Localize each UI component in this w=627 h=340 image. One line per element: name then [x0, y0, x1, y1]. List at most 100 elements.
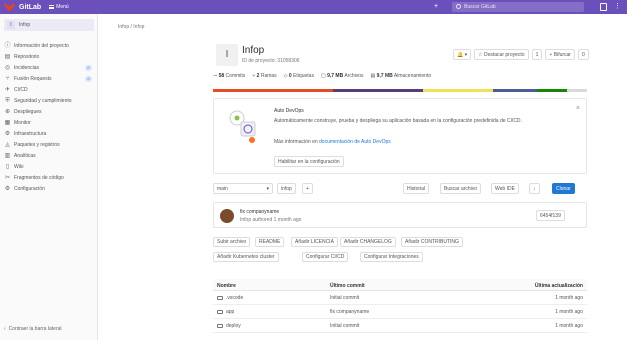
autodevops-title: Auto DevOps: [274, 108, 304, 114]
notifications-button[interactable]: 🔔 ▾: [453, 49, 472, 60]
search-input[interactable]: Buscar GitLab: [452, 2, 584, 12]
setup-integrations-button[interactable]: Configurar Integraciones: [360, 252, 423, 262]
sidebar-item-label: Fragmentos de código: [14, 175, 64, 181]
stat-label: Almacenamiento: [393, 73, 432, 79]
folder-icon: [217, 295, 223, 300]
add-license-button[interactable]: Añadir LICENCIA: [291, 237, 338, 247]
sidebar-item-7[interactable]: ⊕ Despliegues: [4, 107, 94, 117]
add-contributing-button[interactable]: Añadir CONTRIBUTING: [401, 237, 463, 247]
sidebar-item-2[interactable]: ▤ Repositorio: [4, 52, 94, 62]
table-row[interactable]: deploy Initial commit 1 month ago: [213, 319, 587, 333]
file-commit[interactable]: Initial commit: [330, 295, 359, 301]
sidebar-project[interactable]: I Infop: [4, 19, 94, 31]
language-segment: [537, 89, 567, 92]
autodevops-description: Automáticamente construye, prueba y desp…: [274, 118, 522, 124]
sidebar-item-11[interactable]: ▥ Analíticas: [4, 151, 94, 161]
fork-button[interactable]: ⑂ Bifurcar: [545, 49, 575, 60]
menu-label: Menú: [56, 4, 69, 10]
sidebar-item-5[interactable]: ✈ CI/CD: [4, 85, 94, 95]
sidebar-item-label: Información del proyecto: [14, 43, 69, 49]
find-file-button[interactable]: Buscar archivo: [440, 183, 482, 194]
clone-button[interactable]: Clonar: [552, 183, 575, 194]
autodevops-docs-link[interactable]: documentación de Auto DevOps: [319, 139, 391, 145]
table-row[interactable]: app fix companyname 1 month ago: [213, 305, 587, 319]
help-icon[interactable]: ⋮: [614, 3, 622, 11]
sidebar-item-9[interactable]: ⚙ Infraestructura: [4, 129, 94, 139]
sidebar-item-label: Fusión Requests: [14, 76, 52, 82]
folder-icon: [217, 323, 223, 328]
gitlab-logo-icon[interactable]: [4, 2, 15, 12]
file-updated: 1 month ago: [555, 323, 583, 329]
file-name[interactable]: app: [217, 309, 234, 315]
enable-in-settings-button[interactable]: Habilitar en la configuración: [274, 156, 344, 167]
sidebar-project-name: Infop: [19, 22, 31, 28]
issues-shortcut-icon[interactable]: [600, 3, 607, 11]
avatar[interactable]: [220, 209, 234, 223]
fork-label: Bifurcar: [553, 52, 571, 58]
analytics-icon: ▥: [4, 152, 11, 159]
sidebar-item-4[interactable]: ⑂ Fusión Requests 0: [4, 74, 94, 84]
star-count[interactable]: 1: [531, 49, 543, 60]
stat-value: 9,7 MB: [376, 73, 393, 79]
sidebar-item-1[interactable]: ⓘ Información del proyecto: [4, 41, 94, 51]
history-button[interactable]: Historial: [403, 183, 430, 194]
merge-request-icon: ⑂: [5, 75, 10, 82]
search-icon: [456, 4, 461, 9]
sidebar-item-8[interactable]: ▦ Monitor: [4, 118, 94, 128]
stat-0[interactable]: ⊸ 58 Commits: [213, 73, 245, 79]
table-row[interactable]: .vscode Initial commit 1 month ago: [213, 291, 587, 305]
sidebar-item-14[interactable]: ⚙ Configuración: [4, 184, 94, 194]
branch-name: main: [217, 186, 228, 192]
file-name[interactable]: deploy: [217, 323, 241, 329]
stat-label: Archivos: [344, 73, 364, 79]
file-commit[interactable]: fix companyname: [330, 309, 369, 315]
fork-count[interactable]: 0: [577, 49, 589, 60]
stat-4[interactable]: ▤ 9,7 MB Almacenamiento: [371, 73, 432, 79]
issues-icon: ◎: [4, 64, 11, 71]
brand-name[interactable]: GitLab: [19, 4, 41, 11]
stat-label: Etiquetas: [293, 73, 314, 79]
project-actions: 🔔 ▾ ☆ Destacar proyecto 1 ⑂ Bifurcar 0: [453, 49, 589, 60]
language-segment: [333, 89, 423, 92]
breadcrumb[interactable]: Infop / Infop: [118, 24, 144, 30]
readme-button[interactable]: README: [255, 237, 285, 247]
web-ide-button[interactable]: Web IDE: [491, 183, 519, 194]
menu-button[interactable]: Menú: [49, 4, 69, 10]
deployments-icon: ⊕: [4, 108, 11, 115]
wiki-icon: ▯: [5, 163, 10, 170]
branch-selector[interactable]: main ▾: [213, 183, 273, 194]
star-button[interactable]: ☆ Destacar proyecto: [474, 49, 529, 60]
setup-cicd-button[interactable]: Configurar CI/CD: [302, 252, 349, 262]
add-changelog-button[interactable]: Añadir CHANGELOG: [340, 237, 396, 247]
file-name-text: app: [226, 309, 235, 315]
col-last-update: Última actualización: [534, 283, 583, 289]
collapse-sidebar-button[interactable]: ‹ Contraer la barra lateral: [4, 326, 61, 332]
chevron-left-icon: ‹: [4, 326, 6, 332]
rocket-icon: ✈: [4, 86, 11, 93]
commit-title[interactable]: fix companyname: [240, 209, 279, 215]
upload-file-button[interactable]: Subir archivo: [213, 237, 251, 247]
commit-sha-button[interactable]: 6454f139: [536, 210, 565, 221]
add-file-button[interactable]: +: [302, 183, 313, 194]
file-name[interactable]: .vscode: [217, 295, 243, 301]
sidebar-item-label: Infraestructura: [14, 131, 47, 137]
new-item-icon[interactable]: +: [434, 3, 442, 11]
close-icon[interactable]: ×: [576, 105, 580, 112]
col-name: Nombre: [217, 283, 236, 289]
sidebar-item-label: Despliegues: [14, 109, 42, 115]
stat-1[interactable]: ⑂ 2 Ramas: [252, 73, 276, 79]
shield-icon: ⛨: [5, 97, 10, 104]
add-kubernetes-button[interactable]: Añadir Kubernetes cluster: [213, 252, 279, 262]
download-button[interactable]: ↓: [529, 183, 540, 194]
path-crumb[interactable]: infop: [277, 183, 296, 194]
stat-label: Ramas: [260, 73, 277, 79]
sidebar-item-12[interactable]: ▯ Wiki: [4, 162, 94, 172]
file-commit[interactable]: Initial commit: [330, 323, 359, 329]
sidebar-item-6[interactable]: ⛨ Seguridad y cumplimiento: [4, 96, 94, 106]
sidebar-item-13[interactable]: ✂ Fragmentos de código: [4, 173, 94, 183]
folder-icon: [217, 309, 223, 314]
sidebar-item-3[interactable]: ◎ Incidencias 0: [4, 63, 94, 73]
stat-3[interactable]: ▢ 9,7 MB Archivos: [321, 73, 364, 79]
sidebar-item-10[interactable]: ◬ Paquetes y registros: [4, 140, 94, 150]
stat-2[interactable]: ◇ 0 Etiquetas: [284, 73, 314, 79]
